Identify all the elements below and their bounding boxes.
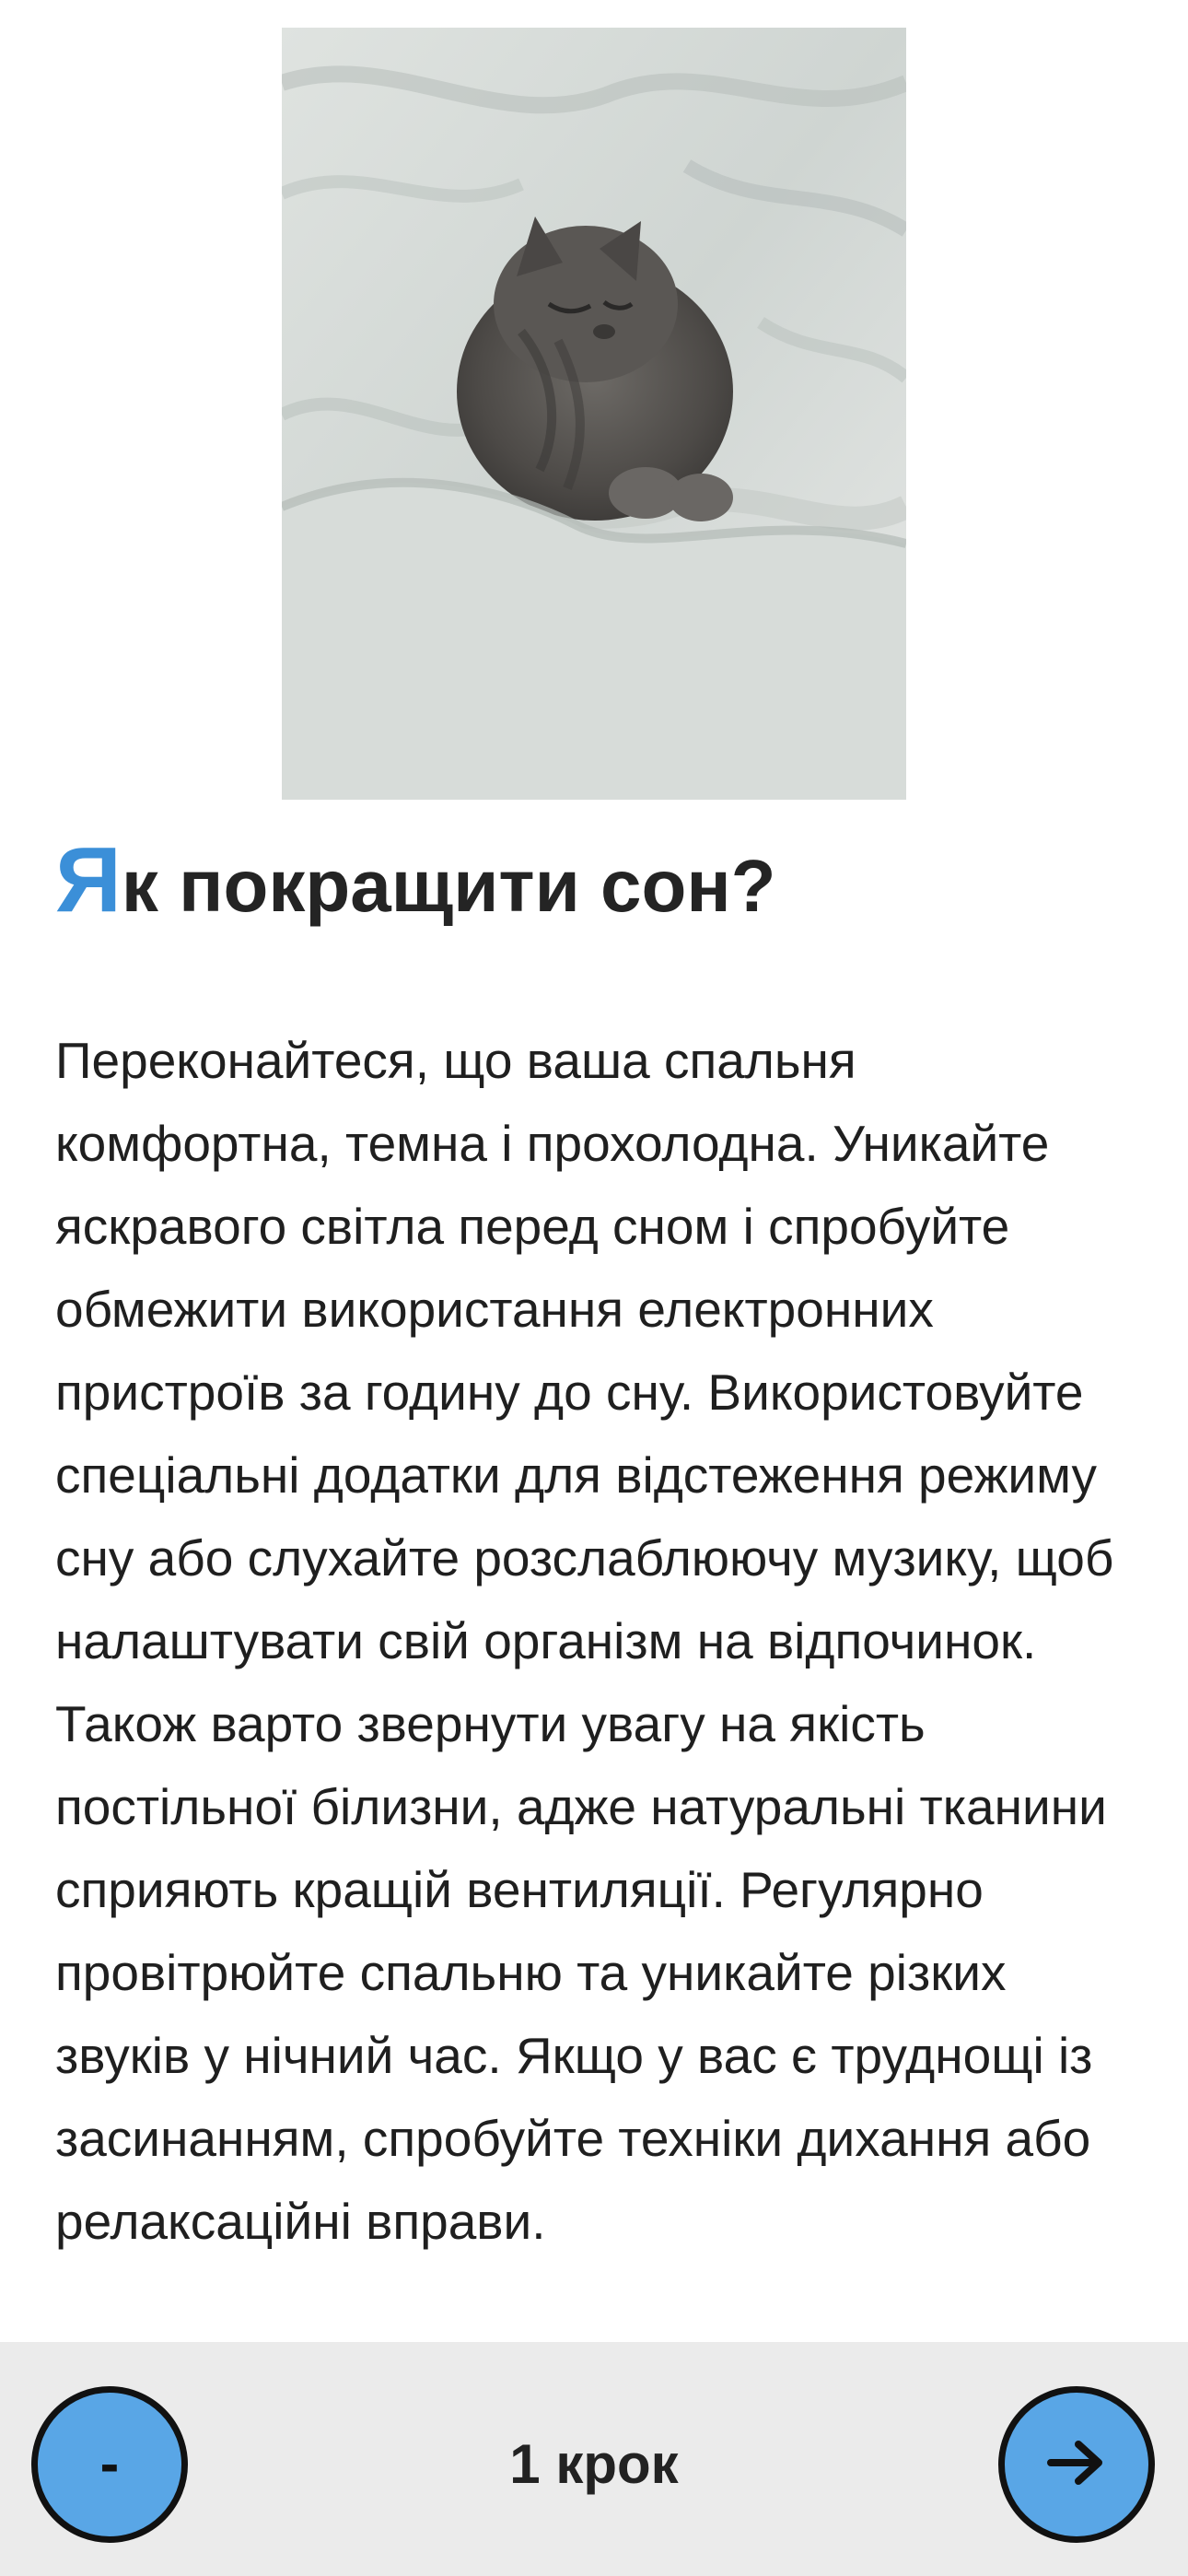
hero-image — [282, 28, 906, 800]
title-first-letter: Я — [55, 828, 122, 931]
next-step-button[interactable] — [998, 2386, 1155, 2543]
arrow-right-icon — [1047, 2439, 1106, 2491]
article-body: Переконайтеся, що ваша спальня комфортна… — [55, 1032, 1114, 2250]
title-text: к покращити сон? — [121, 845, 776, 927]
page-title: Як покращити сон? — [55, 811, 776, 955]
